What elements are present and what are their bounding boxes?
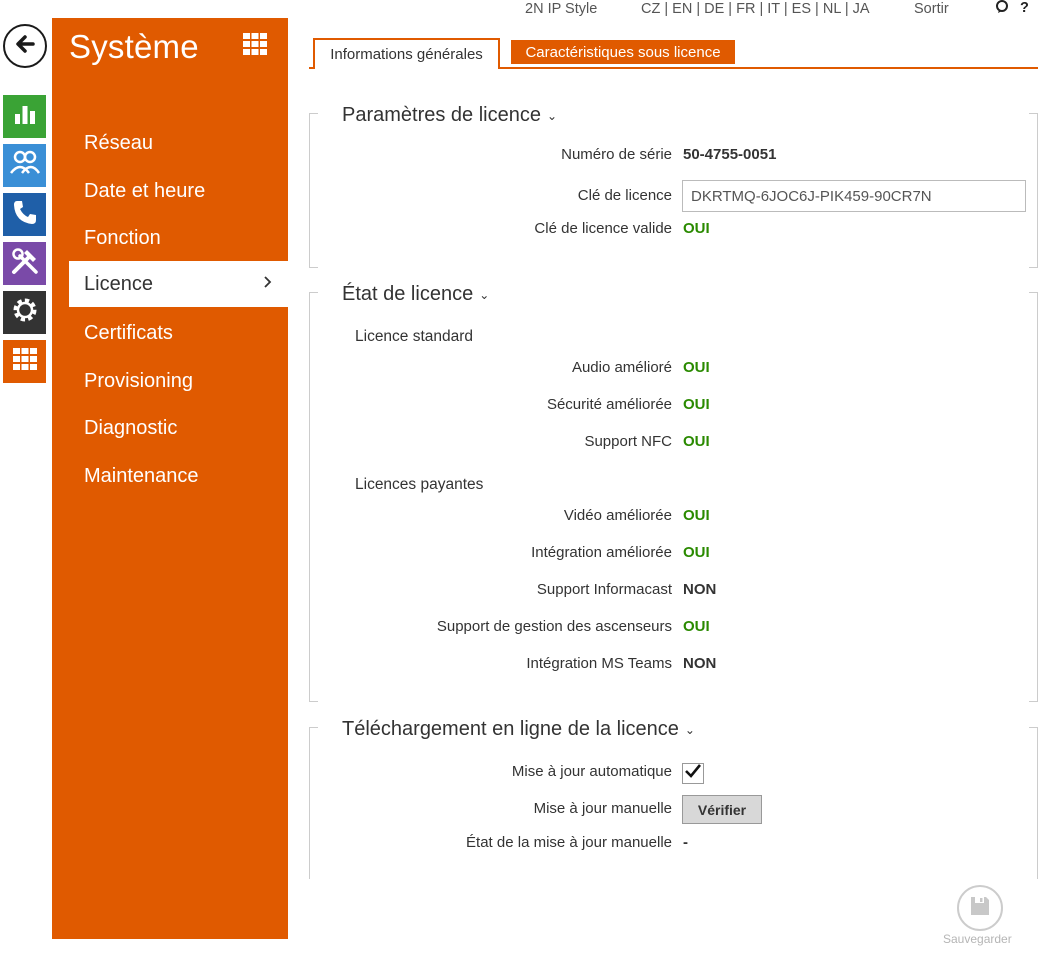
paid-license-heading: Licences payantes — [355, 476, 484, 493]
feature-label: Support Informacast — [536, 581, 672, 598]
feature-status: OUI — [683, 359, 710, 376]
sidebar-item-label: Maintenance — [84, 464, 199, 487]
chevron-right-icon — [264, 272, 272, 293]
license-feature-row: Audio amélioré OUI — [309, 359, 1038, 381]
manual-update-status-value: - — [683, 834, 688, 851]
rail-calls-button[interactable] — [3, 193, 46, 236]
sidebar-item-maintenance[interactable]: Maintenance — [52, 453, 288, 499]
sidebar-title: Système — [69, 28, 199, 65]
license-valid-row: Clé de licence valide OUI — [309, 220, 1038, 242]
chevron-down-icon: ⌄ — [479, 287, 490, 302]
tab-licensed-features[interactable]: Caractéristiques sous licence — [511, 40, 735, 64]
license-state-section — [309, 292, 1038, 702]
chat-icon[interactable] — [995, 0, 1009, 18]
rail-status-button[interactable] — [3, 95, 46, 138]
license-feature-row: Vidéo améliorée OUI — [309, 507, 1038, 529]
manual-update-status-label: État de la mise à jour manuelle — [466, 834, 672, 851]
auto-update-checkbox[interactable] — [682, 763, 704, 784]
sidebar: Système Réseau Date et heure Fonction Li… — [52, 18, 288, 939]
feature-label: Support de gestion des ascenseurs — [436, 618, 672, 635]
feature-status: NON — [683, 581, 717, 598]
feature-status: OUI — [683, 544, 710, 561]
feature-status: OUI — [683, 433, 710, 450]
floppy-disk-icon — [969, 895, 991, 922]
license-feature-row: Support de gestion des ascenseurs OUI — [309, 618, 1038, 640]
logout-link[interactable]: Sortir — [914, 1, 949, 17]
checkmark-icon — [685, 764, 702, 783]
manual-update-row: Mise à jour manuelle — [309, 800, 1038, 822]
sidebar-item-label: Diagnostic — [84, 416, 178, 439]
license-feature-row: Support Informacast NON — [309, 581, 1038, 603]
manual-update-label: Mise à jour manuelle — [533, 800, 672, 817]
save-label: Sauvegarder — [943, 932, 1012, 946]
tab-general-info[interactable]: Informations générales — [313, 38, 500, 69]
sidebar-item-label: Date et heure — [84, 179, 206, 202]
license-feature-row: Intégration améliorée OUI — [309, 544, 1038, 566]
tools-icon — [10, 246, 40, 281]
sidebar-item-label: Licence — [84, 272, 153, 295]
sidebar-item-certificats[interactable]: Certificats — [52, 310, 288, 356]
language-selector[interactable]: CZ | EN | DE | FR | IT | ES | NL | JA — [641, 1, 870, 17]
standard-license-heading: Licence standard — [355, 328, 474, 345]
verify-button[interactable]: Vérifier — [682, 795, 762, 824]
chart-icon — [12, 101, 38, 132]
sidebar-item-date-heure[interactable]: Date et heure — [52, 168, 288, 214]
back-button[interactable] — [3, 24, 47, 68]
auto-update-row: Mise à jour automatique — [309, 763, 1038, 785]
product-name: 2N IP Style — [525, 1, 598, 17]
feature-status: OUI — [683, 507, 710, 524]
sidebar-item-provisioning[interactable]: Provisioning — [52, 358, 288, 404]
serial-label: Numéro de série — [561, 146, 672, 163]
feature-label: Intégration améliorée — [531, 544, 672, 561]
gear-icon — [10, 295, 40, 330]
apps-grid-icon — [12, 348, 37, 375]
menu-grid-icon[interactable] — [243, 33, 267, 57]
phone-icon — [11, 198, 39, 231]
feature-label: Intégration MS Teams — [526, 655, 672, 672]
feature-label: Audio amélioré — [571, 359, 672, 376]
license-feature-row: Support NFC OUI — [309, 433, 1038, 455]
license-key-input[interactable] — [682, 180, 1026, 212]
rail-directory-button[interactable] — [3, 144, 46, 187]
feature-status: OUI — [683, 618, 710, 635]
license-feature-row: Sécurité améliorée OUI — [309, 396, 1038, 418]
feature-label: Sécurité améliorée — [546, 396, 672, 413]
serial-row: Numéro de série 50-4755-0051 — [309, 146, 1038, 168]
section-title-license-params[interactable]: Paramètres de licence ⌄ — [342, 104, 557, 127]
sidebar-item-fonction[interactable]: Fonction — [52, 215, 288, 261]
sidebar-item-diagnostic[interactable]: Diagnostic — [52, 405, 288, 451]
section-title-license-state[interactable]: État de licence ⌄ — [342, 283, 489, 306]
sidebar-item-licence[interactable]: Licence — [69, 261, 288, 307]
sidebar-item-label: Fonction — [84, 226, 161, 249]
rail-services-button[interactable] — [3, 242, 46, 285]
sidebar-item-label: Certificats — [84, 321, 173, 344]
top-bar: 2N IP Style CZ | EN | DE | FR | IT | ES … — [0, 0, 1040, 20]
feature-status: OUI — [683, 396, 710, 413]
sidebar-item-reseau[interactable]: Réseau — [52, 120, 288, 166]
feature-label: Vidéo améliorée — [563, 507, 672, 524]
feature-status: NON — [683, 655, 717, 672]
help-link[interactable]: ? — [1020, 0, 1029, 16]
sidebar-item-label: Réseau — [84, 131, 153, 154]
chevron-down-icon: ⌄ — [684, 722, 695, 737]
arrow-left-icon — [13, 32, 37, 61]
rail-hardware-button[interactable] — [3, 291, 46, 334]
manual-update-status-row: État de la mise à jour manuelle - — [309, 834, 1038, 856]
users-icon — [9, 149, 41, 182]
save-button[interactable] — [957, 885, 1003, 931]
auto-update-label: Mise à jour automatique — [511, 763, 672, 780]
section-title-online-download[interactable]: Téléchargement en ligne de la licence ⌄ — [342, 718, 695, 741]
serial-value: 50-4755-0051 — [683, 146, 777, 163]
chevron-down-icon: ⌄ — [546, 108, 558, 123]
license-valid-label: Clé de licence valide — [534, 220, 672, 237]
license-valid-value: OUI — [683, 220, 710, 237]
license-key-label: Clé de licence — [577, 187, 672, 204]
feature-label: Support NFC — [584, 433, 672, 450]
license-feature-row: Intégration MS Teams NON — [309, 655, 1038, 677]
sidebar-item-label: Provisioning — [84, 369, 193, 392]
rail-system-button[interactable] — [3, 340, 46, 383]
